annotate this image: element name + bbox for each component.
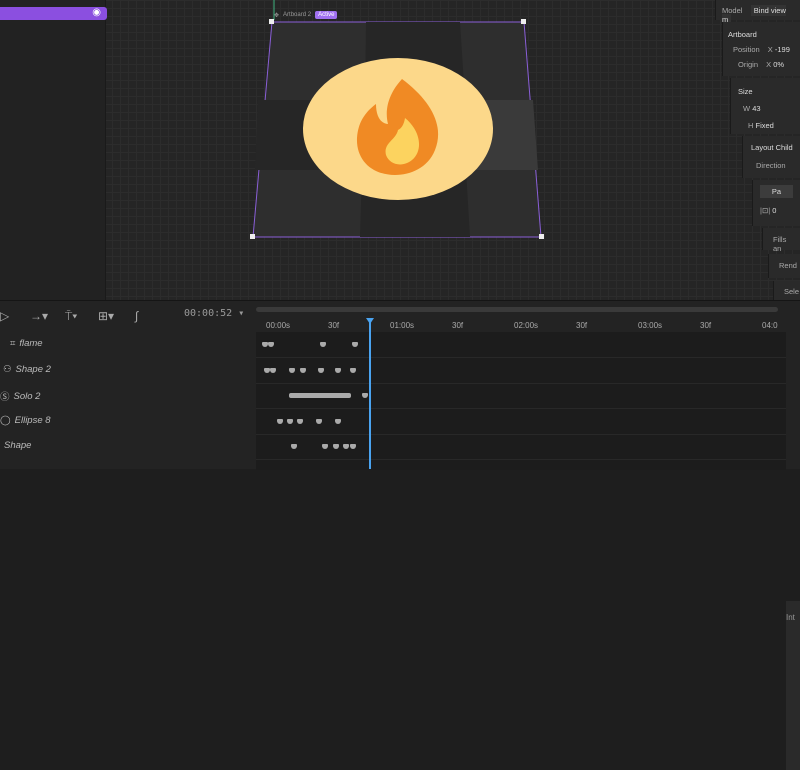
layer-row[interactable]: ◯ Ellipse 8: [0, 415, 51, 426]
layer-name: Shape 2: [15, 363, 51, 375]
timeline-panel: ▷ →▾ ⍑▾ ⊞▾ ∫ 00:00:52 ▾ 00:00s 30f 01:00s 3…: [0, 300, 800, 770]
artboard-section: Artboard Position X -199 Origin X 0%: [722, 22, 800, 76]
ruler-tick-label: 04:0: [762, 321, 778, 330]
time-ruler[interactable]: 00:00s 30f 01:00s 30f 02:00s 30f 03:00s 30f 04:0: [256, 317, 786, 333]
layer-name: flame: [19, 338, 43, 349]
tracks-area[interactable]: [256, 332, 786, 470]
select-section[interactable]: Sele: [773, 281, 800, 301]
ruler-tick-label: 30f: [700, 321, 712, 330]
keyframe[interactable]: [270, 367, 277, 373]
direction-label: Direction: [756, 161, 786, 170]
keyframe[interactable]: [349, 444, 356, 449]
artboard[interactable]: [0, 0, 800, 300]
track-divider: [256, 433, 786, 435]
keyframe[interactable]: [316, 418, 323, 424]
keyframe[interactable]: [299, 367, 306, 373]
ruler-tick-label: 01:00s: [390, 321, 415, 330]
timeline-scrollbar[interactable]: [256, 307, 778, 312]
layout-icon[interactable]: ⊞▾: [98, 309, 114, 323]
ruler-tick-label: 02:00s: [514, 321, 539, 330]
width-input[interactable]: 43: [752, 104, 760, 113]
ruler-tick-label: 30f: [328, 321, 340, 330]
ruler-tick-label: 30f: [576, 321, 588, 330]
playhead[interactable]: [369, 322, 371, 469]
layout-child-section: Layout Child Direction: [742, 136, 800, 178]
layer-name: Solo 2: [13, 390, 41, 402]
layer-icon: ⌗: [10, 338, 16, 349]
keyframe[interactable]: [349, 367, 356, 373]
height-mode-select[interactable]: Fixed: [756, 121, 774, 130]
keyframe[interactable]: [334, 418, 341, 424]
layer-row[interactable]: Ⓢ Solo 2: [0, 389, 41, 404]
size-section: Size W 43 H Fixed: [730, 78, 800, 134]
layer-icon: Ⓢ: [0, 392, 10, 403]
padding-button[interactable]: Pa: [760, 185, 793, 198]
track-divider: [256, 382, 786, 384]
arrow-icon[interactable]: →▾: [30, 309, 48, 323]
layer-name: Shape: [4, 440, 32, 451]
layer-icon: ◯: [0, 414, 11, 426]
layer-row[interactable]: Shape: [0, 440, 31, 451]
keyframe[interactable]: [287, 418, 293, 424]
ruler-tick-label: 30f: [452, 321, 464, 330]
layer-row[interactable]: ⚇ Shape 2: [3, 364, 51, 375]
keyframe[interactable]: [264, 367, 271, 373]
keyframe[interactable]: [332, 444, 339, 449]
layer-row[interactable]: ⌗ flame: [10, 338, 43, 349]
model-row: Model Bind view m: [715, 0, 800, 25]
layer-name: Ellipse 8: [14, 414, 51, 426]
layer-icon: ⚇: [3, 363, 12, 375]
track-divider: [256, 357, 786, 358]
keyframe[interactable]: [334, 367, 341, 373]
keyframe[interactable]: [276, 418, 283, 424]
keyframe[interactable]: [318, 367, 325, 373]
padding-section: Pa |⊡| 0: [752, 180, 800, 226]
ruler-tick-label: 03:00s: [638, 321, 663, 330]
play-icon[interactable]: ▷: [0, 309, 9, 323]
padding-input[interactable]: 0: [772, 206, 776, 215]
fills-section[interactable]: Fills an: [762, 228, 800, 253]
keyframe-span[interactable]: [289, 393, 352, 398]
track-divider: [256, 459, 786, 460]
render-section[interactable]: Rend: [768, 254, 800, 278]
keyframe[interactable]: [289, 367, 296, 373]
keyframe[interactable]: [351, 342, 358, 347]
position-x-input[interactable]: -199: [775, 45, 790, 54]
origin-x-input[interactable]: 0%: [773, 60, 784, 69]
easing-icon[interactable]: ∫: [135, 309, 138, 323]
track-divider: [256, 408, 786, 409]
current-time[interactable]: 00:00:52 ▾: [184, 308, 244, 319]
interpolation-panel: Int: [786, 601, 800, 770]
text-tool-icon[interactable]: ⍑▾: [65, 309, 77, 324]
ruler-tick-label: 00:00s: [266, 321, 291, 330]
